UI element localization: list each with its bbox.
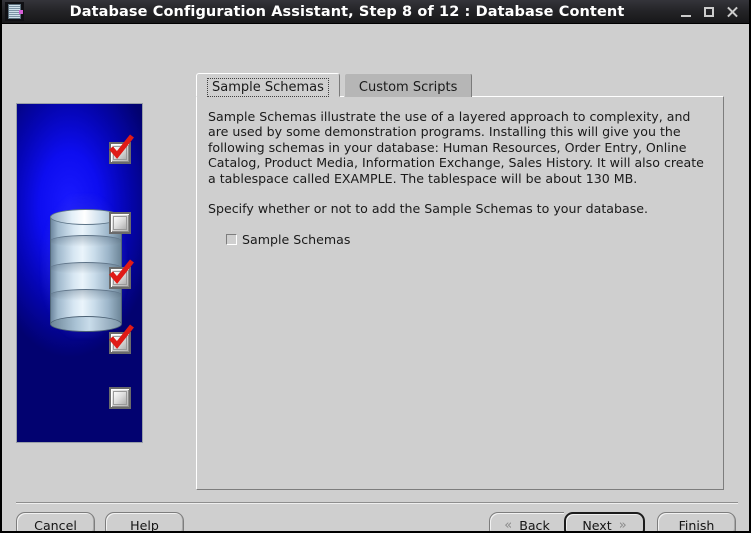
navigation-button-group: « Back Next » <box>489 512 645 533</box>
window-title: Database Configuration Assistant, Step 8… <box>69 3 625 20</box>
tab-strip: Sample Schemas Custom Scripts <box>196 73 473 97</box>
minimize-icon[interactable] <box>680 6 692 18</box>
tab-sample-schemas[interactable]: Sample Schemas <box>196 73 340 97</box>
finish-button[interactable]: Finish <box>657 512 736 533</box>
dbca-window: Database Configuration Assistant, Step 8… <box>0 0 751 533</box>
description-paragraph: Sample Schemas illustrate the use of a l… <box>208 109 704 186</box>
maximize-icon[interactable] <box>703 6 715 18</box>
check-icon <box>109 134 134 159</box>
next-mnemonic: N <box>582 517 592 533</box>
tab-sample-schemas-label: Sample Schemas <box>207 78 329 97</box>
tab-custom-scripts[interactable]: Custom Scripts <box>343 73 473 97</box>
finish-mnemonic: F <box>678 517 685 533</box>
checkmark-item-2 <box>109 212 131 234</box>
tab-custom-scripts-label: Custom Scripts <box>358 80 458 95</box>
checkmark-item-4 <box>109 324 134 354</box>
button-bar-separator <box>16 502 738 503</box>
help-button[interactable]: Help <box>105 512 184 531</box>
sample-schemas-checkbox[interactable] <box>226 234 237 246</box>
checkmark-item-3 <box>109 259 134 289</box>
checkmark-item-1 <box>109 134 134 164</box>
next-button-label: Next <box>582 517 612 533</box>
checkmark-item-5 <box>109 387 131 409</box>
instruction-paragraph: Specify whether or not to add the Sample… <box>208 201 649 217</box>
close-icon[interactable] <box>726 6 738 18</box>
back-button[interactable]: « Back <box>489 512 564 533</box>
chevron-left-icon: « <box>504 517 513 533</box>
back-mnemonic: B <box>519 517 528 533</box>
window-body: Sample Schemas Custom Scripts Sample Sch… <box>2 24 749 533</box>
window-controls <box>670 6 749 18</box>
sample-schemas-checkbox-label: Sample Schemas <box>242 232 351 248</box>
chevron-right-icon: » <box>618 517 627 533</box>
next-button[interactable]: Next » <box>564 512 645 533</box>
title-bar[interactable]: Database Configuration Assistant, Step 8… <box>2 0 749 24</box>
cancel-button[interactable]: Cancel <box>16 512 95 531</box>
back-button-label: Back <box>519 517 550 533</box>
sample-schemas-checkbox-row[interactable]: Sample Schemas <box>226 232 350 247</box>
database-app-icon <box>5 2 24 21</box>
sidebar-illustration <box>16 103 143 443</box>
finish-button-label: Finish <box>678 517 715 533</box>
check-icon <box>109 324 134 349</box>
check-icon <box>109 259 134 284</box>
tab-panel: Sample Schemas illustrate the use of a l… <box>196 96 724 490</box>
